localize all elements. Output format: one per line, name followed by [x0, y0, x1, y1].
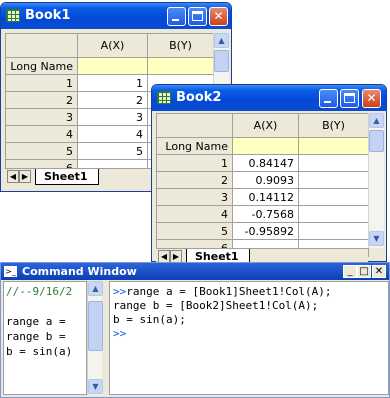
book2-vertical-scrollbar[interactable]: ▲ ▼	[368, 113, 384, 248]
cell[interactable]: 5	[77, 142, 148, 160]
row-header[interactable]: 1	[5, 74, 78, 92]
workbook-icon	[157, 91, 171, 104]
command-line: b = sin(a);	[113, 313, 186, 326]
book1-titlebar[interactable]: Book1 ✕	[1, 3, 231, 29]
book1-title: Book1	[25, 8, 71, 23]
maximize-icon[interactable]: □	[357, 265, 371, 278]
scroll-up-icon[interactable]: ▲	[214, 33, 229, 48]
tab-prev-icon[interactable]: ◀	[7, 170, 19, 183]
cell[interactable]: 3	[77, 108, 148, 126]
maximize-icon[interactable]	[340, 89, 359, 108]
cell[interactable]: -0.7568	[232, 205, 299, 223]
history-item[interactable]: range b =	[6, 330, 66, 343]
command-window-title: Command Window	[22, 265, 137, 278]
command-prompt-marker: >>	[113, 285, 127, 298]
command-history-panel[interactable]: //--9/16/2 range a = range b = b = sin(a…	[3, 281, 87, 395]
minimize-icon[interactable]: _	[343, 265, 357, 278]
corner-cell[interactable]	[5, 33, 78, 58]
cell[interactable]	[298, 154, 369, 172]
cell[interactable]: 0.9093	[232, 171, 299, 189]
cell[interactable]: 4	[77, 125, 148, 143]
command-prompt[interactable]: >>	[113, 327, 126, 340]
command-window-titlebar[interactable]: >_ Command Window _ □ ✕	[1, 263, 389, 280]
scroll-thumb[interactable]	[214, 50, 229, 72]
long-name-cell[interactable]	[147, 57, 214, 75]
command-line: >>range a = [Book1]Sheet1!Col(A);	[113, 285, 332, 298]
row-header[interactable]: 2	[5, 91, 78, 109]
close-icon[interactable]: ✕	[372, 265, 386, 278]
maximize-icon[interactable]	[188, 7, 207, 26]
book2-grid: A(X) B(Y) Long Name 1 0.84147 2 0.9093 3…	[156, 113, 369, 257]
cell[interactable]	[298, 222, 369, 240]
column-header-a[interactable]: A(X)	[77, 33, 148, 58]
book2-titlebar[interactable]: Book2 ✕	[152, 85, 386, 111]
minimize-icon[interactable]	[167, 7, 186, 26]
cell[interactable]: 1	[77, 74, 148, 92]
history-vertical-scrollbar[interactable]: ▲ ▼	[87, 281, 103, 395]
cell[interactable]: 0.84147	[232, 154, 299, 172]
cell[interactable]: 0.14112	[232, 188, 299, 206]
long-name-cell[interactable]	[232, 137, 299, 155]
column-header-b[interactable]: B(Y)	[147, 33, 214, 58]
close-icon[interactable]: ✕	[209, 7, 228, 26]
long-name-label[interactable]: Long Name	[156, 137, 233, 155]
history-item[interactable]: //--9/16/2	[6, 285, 72, 298]
cell[interactable]	[298, 188, 369, 206]
scroll-up-icon[interactable]: ▲	[88, 281, 103, 296]
history-item[interactable]: b = sin(a)	[6, 345, 72, 358]
close-icon[interactable]: ✕	[362, 89, 381, 108]
scroll-down-icon[interactable]: ▼	[88, 379, 103, 394]
row-header[interactable]: 2	[156, 171, 233, 189]
long-name-cell[interactable]	[298, 137, 369, 155]
book2-window: Book2 ✕ A(X) B(Y) Long Name 1 0.84147 2 …	[151, 84, 387, 265]
command-line: range b = [Book2]Sheet1!Col(A);	[113, 299, 319, 312]
scroll-down-icon[interactable]: ▼	[369, 231, 384, 246]
row-header[interactable]: 5	[156, 222, 233, 240]
long-name-label[interactable]: Long Name	[5, 57, 78, 75]
row-header[interactable]: 1	[156, 154, 233, 172]
scroll-thumb[interactable]	[369, 130, 384, 152]
row-header[interactable]: 3	[5, 108, 78, 126]
row-header[interactable]: 3	[156, 188, 233, 206]
command-window-icon: >_	[4, 266, 17, 277]
cell[interactable]: 2	[77, 91, 148, 109]
row-header[interactable]: 4	[5, 125, 78, 143]
cell[interactable]	[298, 171, 369, 189]
row-header[interactable]: 4	[156, 205, 233, 223]
command-window: >_ Command Window _ □ ✕ //--9/16/2 range…	[0, 262, 390, 398]
scroll-up-icon[interactable]: ▲	[369, 113, 384, 128]
book2-title: Book2	[176, 90, 222, 105]
cell[interactable]	[298, 205, 369, 223]
sheet-tab-sheet1[interactable]: Sheet1	[35, 169, 99, 185]
corner-cell[interactable]	[156, 113, 233, 138]
tab-next-icon[interactable]: ▶	[19, 170, 31, 183]
scroll-thumb[interactable]	[88, 301, 103, 351]
row-header[interactable]: 5	[5, 142, 78, 160]
column-header-a[interactable]: A(X)	[232, 113, 299, 138]
column-header-b[interactable]: B(Y)	[298, 113, 369, 138]
cell[interactable]: -0.95892	[232, 222, 299, 240]
workbook-icon	[6, 9, 20, 22]
command-input-area[interactable]: >>range a = [Book1]Sheet1!Col(A); range …	[109, 281, 389, 395]
history-item[interactable]: range a =	[6, 315, 66, 328]
minimize-icon[interactable]	[319, 89, 338, 108]
long-name-cell[interactable]	[77, 57, 148, 75]
